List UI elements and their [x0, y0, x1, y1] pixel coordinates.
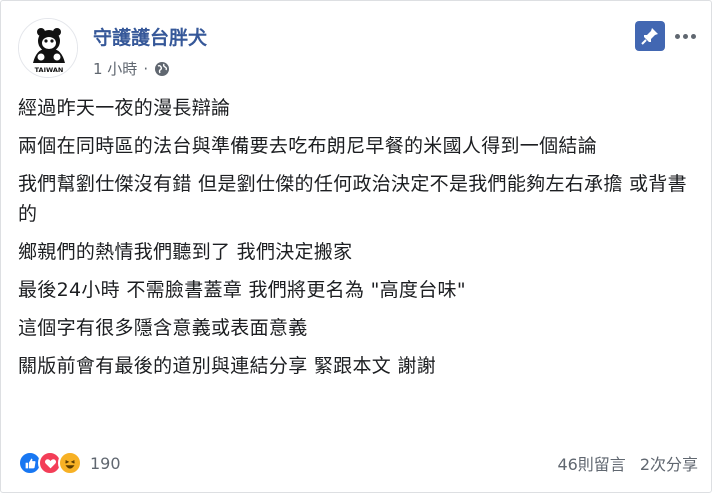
post-card: TAIWAN 守護護台胖犬 1 小時 · 經過昨天一夜的漫長辯論 兩個在同時區的… — [0, 0, 712, 493]
post-paragraph: 鄉親們的熱情我們聽到了 我們決定搬家 — [18, 241, 353, 263]
haha-reaction-icon — [58, 451, 82, 475]
pin-button[interactable] — [635, 21, 665, 51]
post-meta: 1 小時 · — [93, 58, 170, 79]
timestamp-link[interactable]: 1 小時 — [93, 58, 137, 79]
post-footer: 190 46則留言 2次分享 — [18, 447, 698, 479]
reactions-summary[interactable]: 190 — [18, 451, 121, 475]
post-paragraph: 關版前會有最後的道別與連結分享 緊跟本文 謝謝 — [18, 355, 436, 377]
post-paragraph: 兩個在同時區的法台與準備要去吃布朗尼早餐的米國人得到一個結論 — [18, 135, 598, 157]
more-options-button[interactable] — [672, 21, 698, 51]
comments-count-link[interactable]: 46則留言 — [557, 451, 625, 475]
post-paragraph: 我們幫劉仕傑沒有錯 但是劉仕傑的任何政治決定不是我們能夠左右承擔 或背書的 — [18, 173, 687, 225]
post-paragraph: 這個字有很多隱含意義或表面意義 — [18, 317, 308, 339]
more-icon — [674, 33, 680, 39]
post-paragraph: 經過昨天一夜的漫長辯論 — [18, 97, 231, 119]
post-body: 經過昨天一夜的漫長辯論 兩個在同時區的法台與準備要去吃布朗尼早餐的米國人得到一個… — [18, 93, 698, 389]
panda-logo-icon: TAIWAN — [19, 19, 77, 77]
shares-count-link[interactable]: 2次分享 — [640, 451, 698, 475]
page-name-link[interactable]: 守護護台胖犬 — [93, 23, 207, 50]
svg-text:TAIWAN: TAIWAN — [35, 66, 64, 74]
post-paragraph: 最後24小時 不需臉書蓋章 我們將更名為 "高度台味" — [18, 279, 466, 301]
reactions-count[interactable]: 190 — [90, 454, 121, 473]
pin-icon — [641, 28, 658, 45]
post-header: TAIWAN 守護護台胖犬 1 小時 · — [18, 18, 698, 82]
meta-separator: · — [143, 59, 149, 78]
globe-icon[interactable] — [154, 61, 170, 77]
more-icon-dot — [682, 33, 688, 39]
page-avatar[interactable]: TAIWAN — [18, 18, 78, 78]
engagement-stats: 46則留言 2次分享 — [557, 451, 698, 475]
more-icon-dot — [690, 33, 696, 39]
